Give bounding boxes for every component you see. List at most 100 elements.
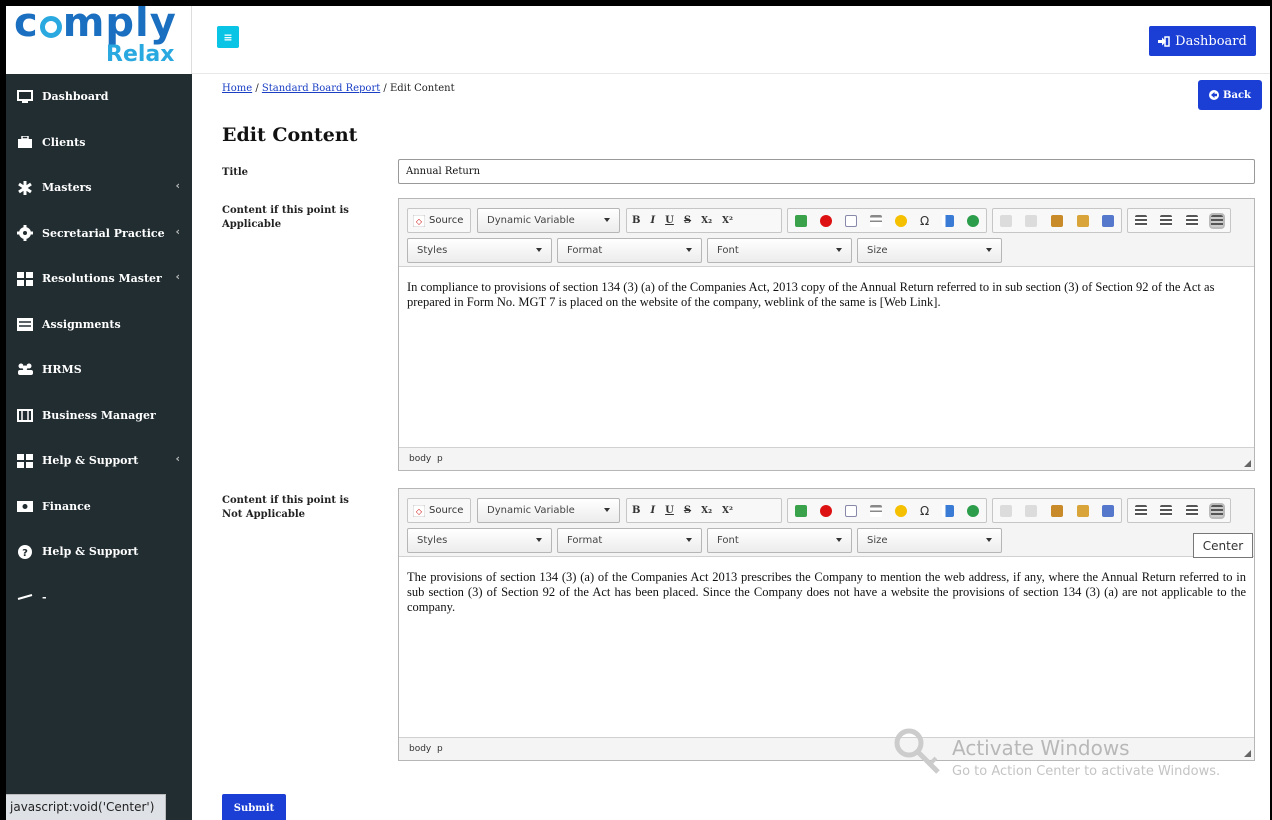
horizontal-rule-icon[interactable] (869, 504, 882, 517)
watermark-subtitle: Go to Action Center to activate Windows. (952, 764, 1221, 779)
browser-status-bar: javascript:void('Center') (6, 794, 166, 820)
bold-button[interactable]: B (627, 499, 645, 522)
underline-button[interactable]: U (660, 209, 679, 232)
align-left-icon[interactable] (1134, 504, 1147, 517)
align-right-icon[interactable] (1185, 214, 1198, 227)
menu-icon: ≡ (223, 30, 233, 44)
path-body[interactable]: body (409, 744, 431, 754)
dashboard-button[interactable]: Dashboard (1149, 26, 1256, 56)
cut-icon[interactable] (999, 504, 1012, 517)
italic-button[interactable]: I (645, 209, 660, 232)
sidebar-item-secretarial-practice[interactable]: Secretarial Practice ‹ (6, 211, 192, 257)
align-right-icon[interactable] (1185, 504, 1198, 517)
dropdown-arrow-icon (604, 508, 610, 512)
copy-icon[interactable] (1025, 214, 1038, 227)
size-select[interactable]: Size (857, 238, 1002, 263)
align-center-icon[interactable] (1160, 214, 1173, 227)
cut-icon[interactable] (999, 214, 1012, 227)
align-justify-icon[interactable] (1209, 212, 1226, 229)
special-char-icon[interactable]: Ω (920, 499, 929, 522)
page-break-icon[interactable] (942, 214, 955, 227)
editor-content-area[interactable]: In compliance to provisions of section 1… (399, 267, 1254, 447)
sidebar-item-signout[interactable]: - (6, 575, 192, 621)
paste-icon[interactable] (1050, 504, 1063, 517)
smiley-icon[interactable] (894, 214, 907, 227)
strike-button[interactable]: S (679, 499, 696, 522)
paste-icon[interactable] (1050, 214, 1063, 227)
path-body[interactable]: body (409, 454, 431, 464)
submit-button[interactable]: Submit (222, 794, 286, 820)
align-left-icon[interactable] (1134, 214, 1147, 227)
watermark-title: Activate Windows (952, 736, 1130, 760)
dynamic-variable-select[interactable]: Dynamic Variable (477, 208, 620, 233)
sidebar-item-hrms[interactable]: HRMS (6, 347, 192, 393)
dynamic-variable-select[interactable]: Dynamic Variable (477, 498, 620, 523)
not-applicable-content-label: Content if this point is Not Applicable (222, 495, 349, 520)
path-p[interactable]: p (437, 744, 443, 754)
bold-button[interactable]: B (627, 209, 645, 232)
title-input[interactable] (398, 159, 1255, 184)
sidebar-item-business-manager[interactable]: Business Manager (6, 393, 192, 439)
flash-icon[interactable] (819, 504, 832, 517)
sidebar-item-dashboard[interactable]: Dashboard (6, 74, 192, 120)
source-button[interactable]: ◇ Source (408, 499, 468, 522)
horizontal-rule-icon[interactable] (869, 214, 882, 227)
format-select[interactable]: Format (557, 238, 702, 263)
source-button[interactable]: ◇ Source (408, 209, 468, 232)
image-icon[interactable] (794, 214, 807, 227)
font-select[interactable]: Font (707, 528, 852, 553)
path-p[interactable]: p (437, 454, 443, 464)
table-icon[interactable] (844, 504, 857, 517)
breadcrumb-parent-link[interactable]: Standard Board Report (262, 83, 380, 94)
source-label: Source (429, 215, 464, 226)
iframe-icon[interactable] (967, 504, 980, 517)
breadcrumb-home-link[interactable]: Home (222, 83, 252, 94)
resize-handle-icon[interactable] (1244, 460, 1251, 467)
underline-button[interactable]: U (660, 499, 679, 522)
font-select[interactable]: Font (707, 238, 852, 263)
styles-select[interactable]: Styles (407, 238, 552, 263)
sidebar-item-help-support[interactable]: Help & Support ‹ (6, 438, 192, 484)
sidebar-item-label: Help & Support (42, 454, 139, 468)
sidebar-item-masters[interactable]: Masters ‹ (6, 165, 192, 211)
back-button[interactable]: Back (1198, 80, 1262, 110)
sidebar-item-finance[interactable]: Finance (6, 484, 192, 530)
size-select[interactable]: Size (857, 528, 1002, 553)
format-select[interactable]: Format (557, 528, 702, 553)
image-icon[interactable] (794, 504, 807, 517)
paste-text-icon[interactable] (1076, 504, 1089, 517)
page-break-icon[interactable] (942, 504, 955, 517)
superscript-button[interactable]: X² (717, 499, 738, 522)
brand-logo[interactable]: c mply Relax (6, 6, 192, 74)
subscript-button[interactable]: X₂ (696, 499, 717, 522)
sidebar-toggle-button[interactable]: ≡ (217, 26, 239, 48)
copy-icon[interactable] (1025, 504, 1038, 517)
sidebar-item-label: Clients (42, 135, 86, 149)
superscript-button[interactable]: X² (717, 209, 738, 232)
strike-button[interactable]: S (679, 209, 696, 232)
styles-select[interactable]: Styles (407, 528, 552, 553)
italic-button[interactable]: I (645, 499, 660, 522)
align-center-icon[interactable] (1160, 504, 1173, 517)
smiley-icon[interactable] (894, 504, 907, 517)
iframe-icon[interactable] (967, 214, 980, 227)
flash-icon[interactable] (819, 214, 832, 227)
key-icon (894, 728, 940, 774)
chevron-left-icon: ‹ (175, 179, 180, 192)
source-group: ◇ Source (407, 208, 471, 233)
editor-content-area[interactable]: The provisions of section 134 (3) (a) of… (399, 557, 1254, 737)
subscript-button[interactable]: X₂ (696, 209, 717, 232)
chevron-left-icon: ‹ (175, 452, 180, 465)
sidebar-item-clients[interactable]: Clients (6, 120, 192, 166)
sidebar-item-assignments[interactable]: Assignments (6, 302, 192, 348)
paste-word-icon[interactable] (1102, 504, 1115, 517)
sidebar-item-resolutions-master[interactable]: Resolutions Master ‹ (6, 256, 192, 302)
special-char-icon[interactable]: Ω (920, 209, 929, 232)
table-icon[interactable] (844, 214, 857, 227)
grid-icon (16, 453, 34, 468)
align-justify-icon[interactable] (1209, 502, 1226, 519)
paste-text-icon[interactable] (1076, 214, 1089, 227)
sidebar-item-help-support-2[interactable]: ? Help & Support (6, 529, 192, 575)
paste-word-icon[interactable] (1102, 214, 1115, 227)
dropdown-arrow-icon (536, 248, 542, 252)
